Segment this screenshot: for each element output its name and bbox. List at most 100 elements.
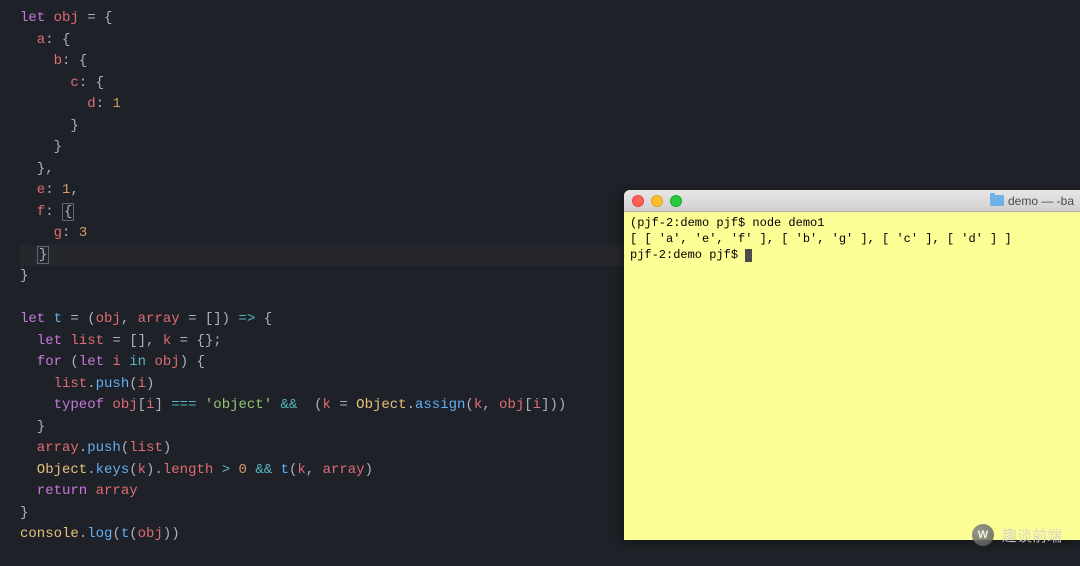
code-token: : (45, 204, 62, 220)
code-token: f (20, 204, 45, 220)
code-token: i (138, 376, 146, 392)
code-token: ( (297, 397, 322, 413)
code-token: let (20, 333, 70, 349)
code-token: . (407, 397, 415, 413)
code-token: array (323, 462, 365, 478)
code-token: log (87, 526, 112, 542)
code-token: } (20, 419, 45, 435)
code-token: : { (62, 53, 87, 69)
terminal-window[interactable]: demo — -ba (pjf-2:demo pjf$ node demo1[ … (624, 190, 1080, 540)
terminal-line: pjf-2:demo pjf$ (630, 247, 1078, 263)
code-token: g (20, 225, 62, 241)
code-token: obj (499, 397, 524, 413)
code-token: : (96, 96, 113, 112)
minimize-icon[interactable] (651, 195, 663, 207)
code-token (272, 397, 280, 413)
code-token: 3 (79, 225, 87, 241)
code-token: = {}; (171, 333, 221, 349)
code-line[interactable]: c: { (20, 73, 1080, 95)
code-line[interactable]: let obj = { (20, 8, 1080, 30)
code-token: : (45, 182, 62, 198)
code-token: array (96, 483, 138, 499)
code-token: ) (146, 376, 154, 392)
terminal-title-text: demo — -ba (1008, 194, 1074, 208)
code-token: { (62, 203, 74, 221)
code-token: ). (146, 462, 163, 478)
code-token: === (171, 397, 196, 413)
code-token: let (79, 354, 113, 370)
code-line[interactable]: b: { (20, 51, 1080, 73)
code-token: array (20, 440, 79, 456)
terminal-titlebar[interactable]: demo — -ba (624, 190, 1080, 212)
code-token: t (121, 526, 129, 542)
code-token: a (20, 32, 45, 48)
code-line[interactable]: }, (20, 159, 1080, 181)
code-token: k (138, 462, 146, 478)
code-line[interactable]: } (20, 116, 1080, 138)
code-token: i (112, 354, 120, 370)
code-token: = (331, 397, 356, 413)
terminal-cursor (745, 249, 752, 262)
code-token: e (20, 182, 45, 198)
code-token: ( (465, 397, 473, 413)
code-token: ( (70, 354, 78, 370)
code-token: [ (138, 397, 146, 413)
terminal-line: [ [ 'a', 'e', 'f' ], [ 'b', 'g' ], [ 'c'… (630, 231, 1078, 247)
watermark: W 趣谈前端 (972, 524, 1062, 546)
code-token: keys (96, 462, 130, 478)
code-token: push (87, 440, 121, 456)
code-token: k (474, 397, 482, 413)
code-token: array (138, 311, 180, 327)
code-token: 1 (112, 96, 120, 112)
code-token: let (20, 10, 54, 26)
code-token (196, 397, 204, 413)
code-token: ) (365, 462, 373, 478)
code-token: > (222, 462, 230, 478)
code-token: k (297, 462, 305, 478)
terminal-body[interactable]: (pjf-2:demo pjf$ node demo1[ [ 'a', 'e',… (624, 212, 1080, 266)
code-line[interactable]: } (20, 137, 1080, 159)
code-token: c (20, 75, 79, 91)
code-token: typeof (20, 397, 112, 413)
code-token: = ( (62, 311, 96, 327)
code-token: }, (20, 161, 54, 177)
code-token: obj (96, 311, 121, 327)
code-token: 0 (239, 462, 247, 478)
code-token: console (20, 526, 79, 542)
code-token: ( (129, 376, 137, 392)
code-token: ( (121, 440, 129, 456)
code-token: Object (20, 462, 87, 478)
code-token: t (281, 462, 289, 478)
code-token: obj (54, 10, 79, 26)
code-token: obj (138, 526, 163, 542)
code-token: && (281, 397, 298, 413)
code-token: } (20, 505, 28, 521)
code-token: && (255, 462, 272, 478)
code-token: ] (154, 397, 171, 413)
code-token: = [], (104, 333, 163, 349)
code-token: push (96, 376, 130, 392)
code-token: let (20, 311, 54, 327)
code-token: d (20, 96, 96, 112)
code-line[interactable]: d: 1 (20, 94, 1080, 116)
code-token: } (20, 268, 28, 284)
code-token: } (37, 246, 49, 264)
code-token: list (20, 376, 87, 392)
folder-icon (990, 195, 1004, 206)
code-token: ) (163, 440, 171, 456)
code-token: assign (415, 397, 465, 413)
code-token: = []) (180, 311, 239, 327)
code-token: Object (356, 397, 406, 413)
code-token (230, 462, 238, 478)
code-token: . (87, 376, 95, 392)
code-token (121, 354, 129, 370)
code-line[interactable]: a: { (20, 30, 1080, 52)
code-token: ( (129, 526, 137, 542)
code-token: length (163, 462, 213, 478)
close-icon[interactable] (632, 195, 644, 207)
code-token: k (163, 333, 171, 349)
maximize-icon[interactable] (670, 195, 682, 207)
code-token: : (62, 225, 79, 241)
code-token: for (20, 354, 70, 370)
code-token: { (255, 311, 272, 327)
